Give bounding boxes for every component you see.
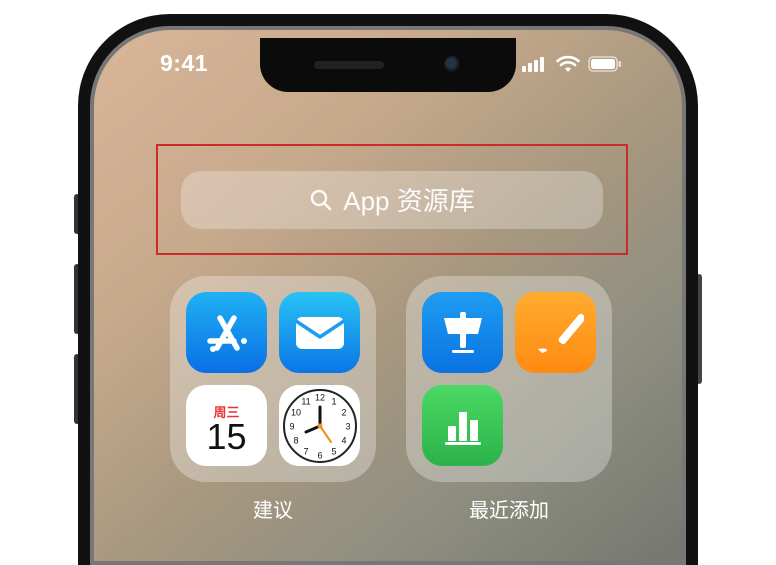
battery-icon [588, 56, 622, 72]
annotation-highlight: App 资源库 [156, 144, 628, 255]
app-calendar[interactable]: 周三 15 [186, 385, 267, 466]
pages-icon [528, 305, 584, 361]
numbers-icon [435, 398, 491, 454]
folder-recent[interactable]: 最近添加 [406, 276, 612, 523]
svg-text:6: 6 [317, 450, 322, 460]
svg-text:4: 4 [341, 435, 346, 445]
speaker-grille [314, 61, 384, 69]
folder-grid: 周三 15 12 3 6 9 12 45 78 1011 [170, 276, 612, 523]
app-numbers[interactable] [422, 385, 503, 466]
clock-icon: 12 3 6 9 12 45 78 1011 [281, 387, 359, 465]
mail-icon [290, 311, 350, 355]
svg-text:8: 8 [293, 435, 298, 445]
folder-suggestions[interactable]: 周三 15 12 3 6 9 12 45 78 1011 [170, 276, 376, 523]
app-library-search[interactable]: App 资源库 [181, 171, 602, 229]
svg-text:10: 10 [290, 407, 300, 417]
svg-text:12: 12 [314, 392, 324, 402]
wifi-icon [556, 55, 580, 73]
app-keynote[interactable] [422, 292, 503, 373]
screen: 9:41 [78, 14, 698, 565]
iphone-frame: 9:41 [78, 14, 698, 565]
svg-text:3: 3 [345, 421, 350, 431]
app-mail[interactable] [279, 292, 360, 373]
notch [260, 38, 516, 92]
folder-recent-content [406, 276, 612, 482]
calendar-date: 15 [206, 419, 246, 455]
search-placeholder: App 资源库 [343, 181, 475, 218]
keynote-icon [434, 304, 492, 362]
folder-suggestions-label: 建议 [253, 494, 293, 523]
cellular-icon [522, 56, 548, 72]
svg-text:1: 1 [331, 396, 336, 406]
app-appstore[interactable] [186, 292, 267, 373]
folder-suggestions-content: 周三 15 12 3 6 9 12 45 78 1011 [170, 276, 376, 482]
app-clock[interactable]: 12 3 6 9 12 45 78 1011 [279, 385, 360, 466]
empty-slot [515, 385, 596, 466]
status-time: 9:41 [140, 50, 208, 77]
svg-text:9: 9 [289, 421, 294, 431]
folder-recent-label: 最近添加 [469, 494, 549, 523]
svg-text:11: 11 [301, 396, 310, 406]
search-icon [309, 188, 333, 212]
front-camera [444, 56, 462, 74]
svg-text:2: 2 [341, 407, 346, 417]
svg-text:7: 7 [303, 446, 308, 456]
app-pages[interactable] [515, 292, 596, 373]
appstore-icon [200, 306, 254, 360]
svg-text:5: 5 [331, 446, 336, 456]
